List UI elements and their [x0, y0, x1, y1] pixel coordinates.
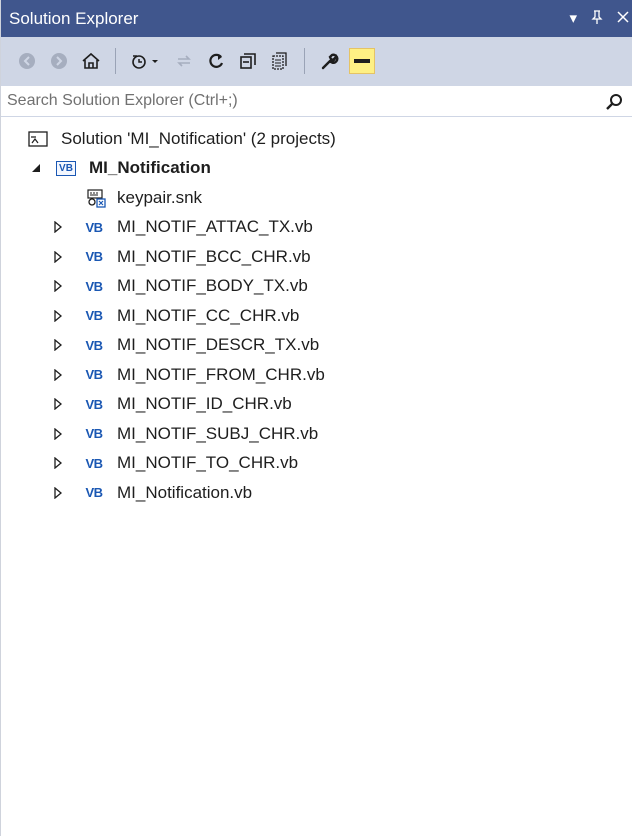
- tree-item-label: Solution 'MI_Notification' (2 projects): [61, 128, 336, 148]
- vb-project-icon: VB: [55, 158, 77, 178]
- tree-item-file[interactable]: VB MI_NOTIF_ID_CHR.vb: [1, 390, 632, 420]
- vb-file-icon: VB: [85, 219, 103, 235]
- solution-explorer-panel: Solution Explorer ▾ Search Solution Expl…: [0, 0, 632, 836]
- expand-triangle-icon[interactable]: [51, 456, 65, 470]
- tree-item-label: MI_NOTIF_SUBJ_CHR.vb: [117, 423, 319, 443]
- collapse-all-button[interactable]: [236, 49, 260, 73]
- auto-hide-pin-icon[interactable]: [591, 10, 603, 27]
- refresh-icon: [209, 53, 224, 68]
- tree-item-project[interactable]: VB MI_Notification: [1, 154, 632, 184]
- home-icon: [82, 52, 100, 69]
- expand-triangle-icon[interactable]: [51, 427, 65, 441]
- window-position-dropdown-icon[interactable]: ▾: [569, 11, 577, 26]
- expand-triangle-icon[interactable]: [51, 338, 65, 352]
- tree-item-label: MI_NOTIF_CC_CHR.vb: [117, 305, 300, 325]
- key-file-icon: [85, 188, 107, 208]
- tree-item-file[interactable]: VB MI_NOTIF_BODY_TX.vb: [1, 272, 632, 302]
- vb-file-icon: VB: [85, 308, 103, 324]
- solution-tree: Solution 'MI_Notification' (2 projects) …: [1, 124, 632, 508]
- tree-item-solution[interactable]: Solution 'MI_Notification' (2 projects): [1, 124, 632, 154]
- vb-file-icon: VB: [85, 278, 103, 294]
- sync-with-active-document-button[interactable]: [172, 49, 196, 73]
- expand-triangle-icon[interactable]: [51, 309, 65, 323]
- search-icon[interactable]: [605, 92, 625, 112]
- tree-item-file[interactable]: VB MI_NOTIF_ATTAC_TX.vb: [1, 213, 632, 243]
- vb-file-icon: VB: [85, 249, 103, 265]
- tree-item-label: MI_NOTIF_BCC_CHR.vb: [117, 246, 311, 266]
- show-all-files-button[interactable]: [268, 49, 292, 73]
- tree-item-file[interactable]: VB MI_NOTIF_DESCR_TX.vb: [1, 331, 632, 361]
- pending-changes-filter-button[interactable]: [128, 49, 164, 73]
- close-icon[interactable]: [617, 11, 629, 26]
- solution-icon: [27, 129, 49, 149]
- preview-bar-icon: [354, 59, 370, 63]
- tree-item-label: MI_Notification: [89, 158, 211, 178]
- show-all-files-icon: [272, 52, 287, 70]
- expand-triangle-icon[interactable]: [51, 368, 65, 382]
- window-controls: ▾: [569, 0, 629, 37]
- preview-selected-items-toggle[interactable]: [349, 48, 375, 74]
- tree-item-file[interactable]: VB MI_NOTIF_CC_CHR.vb: [1, 301, 632, 331]
- toolbar: [1, 37, 632, 85]
- tree-item-file[interactable]: VB MI_NOTIF_TO_CHR.vb: [1, 449, 632, 479]
- forward-arrow-icon: [51, 53, 67, 69]
- search-bar: [1, 85, 632, 117]
- tree-item-file[interactable]: VB MI_NOTIF_SUBJ_CHR.vb: [1, 419, 632, 449]
- vb-file-icon: VB: [85, 455, 103, 471]
- sync-arrows-icon: [177, 55, 191, 67]
- expand-triangle-icon[interactable]: [51, 279, 65, 293]
- tree-item-label: MI_NOTIF_ID_CHR.vb: [117, 394, 292, 414]
- tree-item-file[interactable]: VB MI_Notification.vb: [1, 478, 632, 508]
- vb-file-icon: VB: [85, 426, 103, 442]
- expand-triangle-icon[interactable]: [51, 397, 65, 411]
- vb-file-icon: VB: [85, 367, 103, 383]
- search-input[interactable]: [1, 91, 599, 111]
- tree-item-file[interactable]: VB MI_NOTIF_BCC_CHR.vb: [1, 242, 632, 272]
- vb-file-icon: VB: [85, 396, 103, 412]
- clock-filter-icon: [132, 55, 158, 69]
- tree-item-label: MI_NOTIF_BODY_TX.vb: [117, 276, 308, 296]
- wrench-icon: [321, 53, 339, 70]
- expand-triangle-icon[interactable]: [51, 486, 65, 500]
- tree-item-label: MI_NOTIF_ATTAC_TX.vb: [117, 217, 313, 237]
- expand-triangle-icon[interactable]: [51, 220, 65, 234]
- back-button[interactable]: [15, 49, 39, 73]
- collapse-all-icon: [240, 53, 256, 69]
- vb-file-icon: VB: [85, 337, 103, 353]
- properties-button[interactable]: [317, 49, 341, 73]
- tree-item-label: MI_NOTIF_DESCR_TX.vb: [117, 335, 320, 355]
- vb-file-icon: VB: [85, 485, 103, 501]
- collapse-triangle-icon[interactable]: [29, 161, 43, 175]
- toolbar-separator: [304, 48, 305, 74]
- refresh-button[interactable]: [204, 49, 228, 73]
- tree-item-keypair[interactable]: keypair.snk: [1, 183, 632, 213]
- tree-item-label: keypair.snk: [117, 187, 203, 207]
- tree-item-label: MI_NOTIF_FROM_CHR.vb: [117, 364, 325, 384]
- tree-item-label: MI_NOTIF_TO_CHR.vb: [117, 453, 299, 473]
- home-button[interactable]: [79, 49, 103, 73]
- tree-item-label: MI_Notification.vb: [117, 482, 253, 502]
- expand-triangle-icon[interactable]: [51, 250, 65, 264]
- toolbar-separator: [115, 48, 116, 74]
- back-arrow-icon: [19, 53, 35, 69]
- title-bar: Solution Explorer ▾: [1, 0, 632, 37]
- panel-title: Solution Explorer: [9, 8, 139, 28]
- forward-button[interactable]: [47, 49, 71, 73]
- tree-item-file[interactable]: VB MI_NOTIF_FROM_CHR.vb: [1, 360, 632, 390]
